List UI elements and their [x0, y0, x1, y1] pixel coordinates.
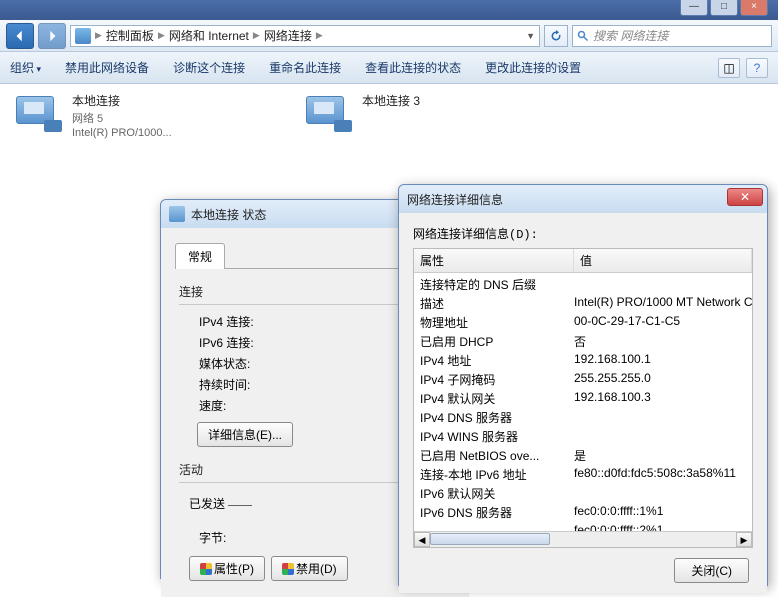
cell-property: IPv6 默认网关: [414, 485, 574, 502]
nav-back-button[interactable]: [6, 23, 34, 49]
table-row[interactable]: IPv4 子网掩码255.255.255.0: [414, 370, 752, 389]
refresh-button[interactable]: [544, 25, 568, 47]
cell-value: 255.255.255.0: [574, 371, 752, 388]
cell-property: IPv4 WINS 服务器: [414, 428, 574, 445]
cell-value: [574, 428, 752, 445]
disable-device-button[interactable]: 禁用此网络设备: [65, 59, 149, 76]
close-button[interactable]: 关闭(C): [674, 558, 749, 583]
shield-icon: [282, 563, 294, 575]
breadcrumb[interactable]: 网络和 Internet: [169, 27, 249, 44]
dialog-title: 网络连接详细信息: [407, 191, 503, 208]
cell-property: 连接-本地 IPv6 地址: [414, 466, 574, 483]
cell-value: 192.168.100.1: [574, 352, 752, 369]
connection-name: 本地连接: [72, 92, 172, 109]
cell-property: 已启用 NetBIOS ove...: [414, 447, 574, 464]
table-row[interactable]: IPv4 DNS 服务器: [414, 408, 752, 427]
nav-bar: ▶ 控制面板 ▶ 网络和 Internet ▶ 网络连接 ▶ ▼ 搜索 网络连接: [0, 20, 778, 52]
cell-property: 连接特定的 DNS 后缀: [414, 276, 574, 293]
cell-value: [574, 409, 752, 426]
connection-item[interactable]: 本地连接 3: [306, 92, 556, 139]
connection-network: 网络 5: [72, 110, 172, 126]
table-row[interactable]: 连接特定的 DNS 后缀: [414, 275, 752, 294]
cell-value: 是: [574, 447, 752, 464]
change-settings-button[interactable]: 更改此连接的设置: [485, 59, 581, 76]
tab-general[interactable]: 常规: [175, 243, 225, 269]
chevron-right-icon: ▶: [316, 30, 323, 41]
connection-item[interactable]: 本地连接 网络 5 Intel(R) PRO/1000...: [16, 92, 266, 139]
dialog-titlebar[interactable]: 网络连接详细信息 ✕: [399, 185, 767, 213]
breadcrumb[interactable]: 网络连接: [264, 27, 312, 44]
cell-value: 否: [574, 333, 752, 350]
cell-value: [574, 276, 752, 293]
dialog-title: 本地连接 状态: [191, 206, 266, 223]
details-table: 属性 值 连接特定的 DNS 后缀描述Intel(R) PRO/1000 MT …: [413, 248, 753, 548]
cell-value: [574, 485, 752, 502]
cell-property: 物理地址: [414, 314, 574, 331]
adapter-icon: [169, 206, 185, 222]
sent-label: 已发送 ——: [189, 495, 252, 525]
search-placeholder: 搜索 网络连接: [593, 27, 668, 44]
properties-button[interactable]: 属性(P): [189, 556, 265, 581]
cell-value: 00-0C-29-17-C1-C5: [574, 314, 752, 331]
cell-property: 描述: [414, 295, 574, 312]
table-row[interactable]: IPv4 WINS 服务器: [414, 427, 752, 446]
cell-property: IPv4 地址: [414, 352, 574, 369]
cell-value: 192.168.100.3: [574, 390, 752, 407]
connection-details-dialog: 网络连接详细信息 ✕ 网络连接详细信息(D): 属性 值 连接特定的 DNS 后…: [398, 184, 768, 586]
scroll-right-button[interactable]: ▶: [736, 532, 752, 547]
table-row[interactable]: IPv4 默认网关192.168.100.3: [414, 389, 752, 408]
dropdown-icon[interactable]: ▼: [526, 31, 535, 41]
dialog-close-button[interactable]: ✕: [727, 188, 763, 206]
cell-property: IPv4 DNS 服务器: [414, 409, 574, 426]
chevron-right-icon: ▶: [158, 30, 165, 41]
scroll-left-button[interactable]: ◀: [414, 532, 430, 547]
organize-menu[interactable]: 组织: [10, 59, 41, 76]
table-row[interactable]: IPv6 默认网关: [414, 484, 752, 503]
view-status-button[interactable]: 查看此连接的状态: [365, 59, 461, 76]
cell-value: Intel(R) PRO/1000 MT Network Conn: [574, 295, 752, 312]
shield-icon: [200, 563, 212, 575]
details-caption: 网络连接详细信息(D):: [413, 225, 753, 242]
column-property[interactable]: 属性: [414, 249, 574, 272]
connection-adapter: Intel(R) PRO/1000...: [72, 127, 172, 139]
horizontal-scrollbar[interactable]: ◀ ▶: [414, 531, 752, 547]
adapter-icon: [306, 92, 354, 132]
window-titlebar: — □ ×: [0, 0, 778, 20]
command-bar: 组织 禁用此网络设备 诊断这个连接 重命名此连接 查看此连接的状态 更改此连接的…: [0, 52, 778, 84]
cell-property: IPv4 子网掩码: [414, 371, 574, 388]
scroll-thumb[interactable]: [430, 533, 550, 545]
table-row[interactable]: 描述Intel(R) PRO/1000 MT Network Conn: [414, 294, 752, 313]
network-icon: [75, 28, 91, 44]
window-minimize-button[interactable]: —: [680, 0, 708, 16]
diagnose-button[interactable]: 诊断这个连接: [173, 59, 245, 76]
disable-button[interactable]: 禁用(D): [271, 556, 348, 581]
search-icon: [577, 30, 589, 42]
column-value[interactable]: 值: [574, 249, 752, 272]
connection-name: 本地连接 3: [362, 92, 420, 109]
table-row[interactable]: 已启用 DHCP否: [414, 332, 752, 351]
rename-button[interactable]: 重命名此连接: [269, 59, 341, 76]
table-row[interactable]: 物理地址00-0C-29-17-C1-C5: [414, 313, 752, 332]
search-input[interactable]: 搜索 网络连接: [572, 25, 772, 47]
window-maximize-button[interactable]: □: [710, 0, 738, 16]
cell-property: 已启用 DHCP: [414, 333, 574, 350]
adapter-icon: [16, 92, 64, 132]
nav-forward-button[interactable]: [38, 23, 66, 49]
address-bar[interactable]: ▶ 控制面板 ▶ 网络和 Internet ▶ 网络连接 ▶ ▼: [70, 25, 540, 47]
help-button[interactable]: ?: [746, 58, 768, 78]
window-close-button[interactable]: ×: [740, 0, 768, 16]
chevron-right-icon: ▶: [253, 30, 260, 41]
table-row[interactable]: 已启用 NetBIOS ove...是: [414, 446, 752, 465]
chevron-right-icon: ▶: [95, 30, 102, 41]
view-options-button[interactable]: ◫: [718, 58, 740, 78]
breadcrumb[interactable]: 控制面板: [106, 27, 154, 44]
table-row[interactable]: 连接-本地 IPv6 地址fe80::d0fd:fdc5:508c:3a58%1…: [414, 465, 752, 484]
cell-property: IPv4 默认网关: [414, 390, 574, 407]
details-button[interactable]: 详细信息(E)...: [197, 422, 293, 447]
cell-value: fe80::d0fd:fdc5:508c:3a58%11: [574, 466, 752, 483]
content-area: 本地连接 网络 5 Intel(R) PRO/1000... 本地连接 3 本地…: [0, 84, 778, 513]
table-row[interactable]: IPv4 地址192.168.100.1: [414, 351, 752, 370]
